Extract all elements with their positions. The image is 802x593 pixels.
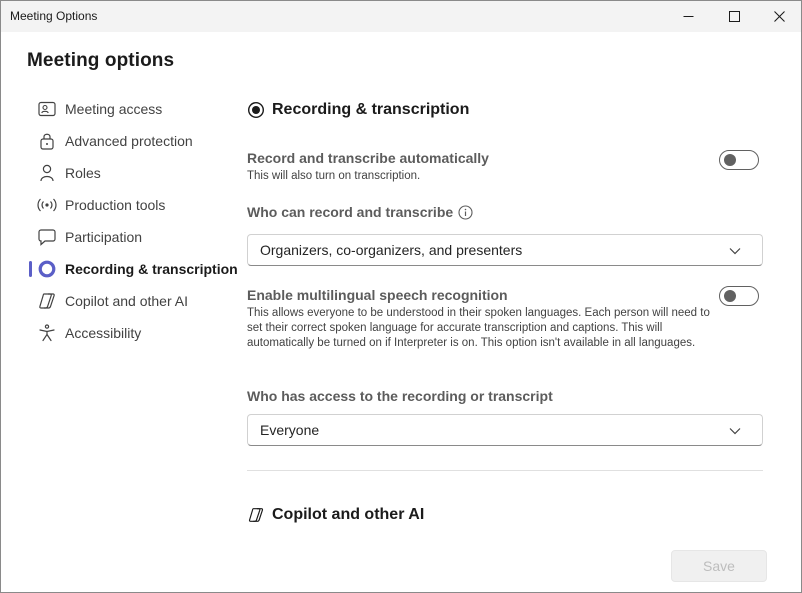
nav-item-copilot[interactable]: Copilot and other AI xyxy=(29,285,239,317)
setting-description: This allows everyone to be understood in… xyxy=(247,307,710,349)
setting-multilingual: Enable multilingual speech recognition T… xyxy=(247,287,717,351)
record-icon xyxy=(247,101,265,119)
multilingual-toggle[interactable] xyxy=(719,286,759,306)
nav-item-label: Accessibility xyxy=(65,325,142,341)
close-icon xyxy=(773,11,785,22)
record-icon xyxy=(37,259,57,279)
nav-item-label: Meeting access xyxy=(65,101,163,117)
info-icon[interactable] xyxy=(458,204,473,220)
sidebar-nav: Meeting access Advanced protection Roles… xyxy=(29,93,239,349)
who-can-record-label-row: Who can record and transcribe xyxy=(247,204,473,220)
setting-description: This will also turn on transcription. xyxy=(247,170,421,182)
dropdown-value: Organizers, co-organizers, and presenter… xyxy=(260,242,523,258)
nav-item-advanced-protection[interactable]: Advanced protection xyxy=(29,125,239,157)
copilot-icon xyxy=(37,291,57,311)
chevron-down-icon xyxy=(729,248,741,255)
who-can-record-dropdown[interactable]: Organizers, co-organizers, and presenter… xyxy=(247,234,763,266)
who-can-record-label: Who can record and transcribe xyxy=(247,204,454,220)
nav-item-participation[interactable]: Participation xyxy=(29,221,239,253)
nav-item-meeting-access[interactable]: Meeting access xyxy=(29,93,239,125)
section-title: Recording & transcription xyxy=(272,101,470,118)
minimize-button[interactable] xyxy=(665,1,711,32)
toggle-knob xyxy=(724,154,736,166)
maximize-icon xyxy=(728,11,740,22)
accessibility-icon xyxy=(37,323,57,343)
window-title: Meeting Options xyxy=(10,9,98,23)
person-icon xyxy=(37,163,57,183)
toggle-knob xyxy=(724,290,736,302)
nav-item-label: Production tools xyxy=(65,197,166,213)
active-indicator xyxy=(29,261,32,277)
chevron-down-icon xyxy=(729,428,741,435)
lock-icon xyxy=(37,131,57,151)
chat-icon xyxy=(37,227,57,247)
minimize-icon xyxy=(683,16,693,17)
save-button[interactable]: Save xyxy=(671,550,767,582)
close-button[interactable] xyxy=(756,1,802,32)
setting-auto-record: Record and transcribe automatically This… xyxy=(247,150,489,184)
recording-access-label: Who has access to the recording or trans… xyxy=(247,388,553,404)
nav-item-label: Roles xyxy=(65,165,101,181)
setting-title: Record and transcribe automatically xyxy=(247,150,489,166)
setting-title: Enable multilingual speech recognition xyxy=(247,287,508,303)
nav-item-label: Copilot and other AI xyxy=(65,293,188,309)
meeting-options-window: Meeting Options Meeting options Meeting … xyxy=(0,0,802,593)
maximize-button[interactable] xyxy=(711,1,757,32)
copilot-icon xyxy=(247,506,265,524)
auto-record-toggle[interactable] xyxy=(719,150,759,170)
title-bar[interactable]: Meeting Options xyxy=(1,1,801,32)
nav-item-recording-transcription[interactable]: Recording & transcription xyxy=(29,253,239,285)
section-divider xyxy=(247,470,763,471)
broadcast-icon xyxy=(37,195,57,215)
nav-item-label: Recording & transcription xyxy=(65,261,238,277)
page-title: Meeting options xyxy=(27,50,175,71)
nav-item-accessibility[interactable]: Accessibility xyxy=(29,317,239,349)
person-badge-icon xyxy=(37,99,57,119)
section-copilot: Copilot and other AI xyxy=(247,506,424,524)
nav-item-label: Advanced protection xyxy=(65,133,193,149)
recording-access-dropdown[interactable]: Everyone xyxy=(247,414,763,446)
section-title: Copilot and other AI xyxy=(272,506,425,523)
nav-item-production-tools[interactable]: Production tools xyxy=(29,189,239,221)
nav-item-label: Participation xyxy=(65,229,143,245)
nav-item-roles[interactable]: Roles xyxy=(29,157,239,189)
dropdown-value: Everyone xyxy=(260,422,320,438)
section-recording-transcription: Recording & transcription xyxy=(247,101,469,119)
